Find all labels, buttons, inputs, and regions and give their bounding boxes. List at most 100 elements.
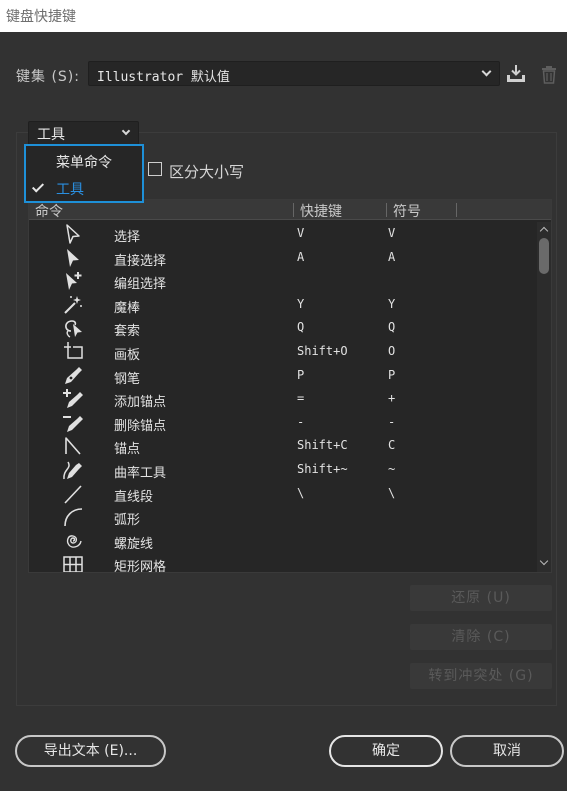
case-sensitive-label: 区分大小写 bbox=[169, 163, 245, 181]
keyset-value: Illustrator 默认值 bbox=[97, 70, 230, 85]
command-name: 删除锚点 bbox=[114, 418, 167, 434]
shortcut-value: = bbox=[297, 391, 305, 406]
command-name: 锚点 bbox=[114, 442, 141, 458]
curvature-tool-icon bbox=[62, 459, 84, 481]
shortcut-value: Shift+O bbox=[297, 344, 348, 358]
rectangular-grid-tool-icon bbox=[62, 553, 84, 572]
command-name: 弧形 bbox=[114, 513, 141, 529]
scroll-thumb[interactable] bbox=[539, 238, 549, 274]
command-name: 画板 bbox=[114, 348, 141, 363]
table-row[interactable]: 弧形 bbox=[29, 505, 537, 529]
shortcut-value: V bbox=[297, 226, 305, 240]
command-name: 矩形网格 bbox=[114, 560, 167, 572]
scroll-down-icon[interactable] bbox=[539, 556, 549, 566]
keyset-label: 键集 (S): bbox=[16, 69, 80, 85]
shortcut-value: Q bbox=[297, 320, 305, 335]
command-name: 添加锚点 bbox=[114, 395, 167, 411]
shortcut-value: Shift+~ bbox=[297, 462, 348, 476]
column-divider bbox=[456, 203, 457, 217]
symbol-value: Y bbox=[388, 296, 396, 311]
ok-button[interactable]: 确定 bbox=[329, 735, 443, 767]
symbol-value: \ bbox=[388, 485, 396, 500]
command-name: 魔棒 bbox=[114, 300, 141, 316]
artboard-tool-icon bbox=[62, 341, 84, 363]
column-divider bbox=[293, 203, 294, 217]
table-row[interactable]: 编组选择 bbox=[29, 269, 537, 293]
chevron-down-icon bbox=[481, 66, 492, 77]
selection-tool-icon bbox=[62, 223, 84, 245]
column-header-symbol[interactable]: 符号 bbox=[393, 201, 421, 221]
table-row[interactable]: 曲率工具 Shift+~ ~ bbox=[29, 458, 537, 482]
command-name: 钢笔 bbox=[114, 371, 141, 387]
shortcut-value: P bbox=[297, 367, 305, 382]
shortcut-value: A bbox=[297, 249, 305, 264]
group-selection-tool-icon bbox=[62, 270, 84, 292]
pen-tool-icon bbox=[62, 365, 84, 387]
symbol-value: ~ bbox=[388, 462, 396, 476]
table-row[interactable]: 锚点 Shift+C C bbox=[29, 434, 537, 458]
command-name: 编组选择 bbox=[114, 277, 167, 293]
dropdown-item-menu-commands[interactable]: 菜单命令 bbox=[26, 148, 142, 174]
symbol-value: O bbox=[388, 344, 396, 358]
save-keyset-icon[interactable] bbox=[505, 63, 527, 85]
table-row[interactable]: 套索 Q Q bbox=[29, 316, 537, 340]
toolset-value: 工具 bbox=[37, 127, 65, 143]
table-body: 选择 V V 直接选择 A A 编组选择 魔棒 Y Y 套索 Q Q 画板 Sh… bbox=[29, 222, 537, 572]
checkmark-icon bbox=[31, 180, 45, 193]
magic-wand-tool-icon bbox=[62, 294, 84, 316]
symbol-value: P bbox=[388, 367, 396, 382]
add-anchor-point-tool-icon bbox=[62, 388, 84, 410]
table-row[interactable]: 魔棒 Y Y bbox=[29, 293, 537, 317]
arc-tool-icon bbox=[62, 506, 84, 528]
symbol-value: + bbox=[388, 391, 396, 406]
title-bar: 键盘快捷键 bbox=[0, 0, 567, 32]
table-header: 命令 快捷键 符号 bbox=[29, 200, 551, 220]
dropdown-item-label: 工具 bbox=[56, 182, 84, 198]
command-name: 直线段 bbox=[114, 489, 154, 505]
toolset-select[interactable]: 工具 bbox=[28, 121, 139, 145]
delete-anchor-point-tool-icon bbox=[62, 412, 84, 434]
symbol-value: V bbox=[388, 226, 396, 240]
command-name: 选择 bbox=[114, 230, 141, 245]
column-divider bbox=[386, 203, 387, 217]
command-name: 直接选择 bbox=[114, 253, 167, 269]
command-name: 曲率工具 bbox=[114, 466, 167, 481]
command-name: 套索 bbox=[114, 324, 141, 340]
table-row[interactable]: 添加锚点 = + bbox=[29, 387, 537, 411]
symbol-value: C bbox=[388, 438, 396, 453]
shortcut-value: \ bbox=[297, 485, 305, 500]
export-text-button[interactable]: 导出文本 (E)... bbox=[15, 735, 166, 767]
window-title: 键盘快捷键 bbox=[6, 9, 76, 25]
table-row[interactable]: 删除锚点 - - bbox=[29, 411, 537, 435]
symbol-value: A bbox=[388, 249, 396, 264]
shortcut-value: - bbox=[297, 414, 305, 429]
table-row[interactable]: 直线段 \ \ bbox=[29, 482, 537, 506]
column-header-shortcut[interactable]: 快捷键 bbox=[300, 201, 342, 221]
symbol-value: - bbox=[388, 414, 396, 429]
clear-button[interactable]: 清除 (C) bbox=[410, 624, 552, 650]
shortcut-value: Y bbox=[297, 296, 305, 311]
lasso-tool-icon bbox=[62, 317, 84, 339]
table-row[interactable]: 螺旋线 bbox=[29, 529, 537, 553]
goto-conflict-button[interactable]: 转到冲突处 (G) bbox=[410, 663, 552, 689]
shortcut-value: Shift+C bbox=[297, 438, 348, 453]
case-sensitive-checkbox[interactable] bbox=[148, 162, 162, 176]
scroll-up-icon[interactable] bbox=[539, 226, 549, 236]
table-row[interactable]: 矩形网格 bbox=[29, 552, 537, 572]
shortcut-table: 命令 快捷键 符号 选择 V V 直接选择 A A 编组选择 魔棒 Y Y 套索… bbox=[28, 199, 552, 573]
table-row[interactable]: 直接选择 A A bbox=[29, 246, 537, 270]
anchor-point-tool-icon bbox=[62, 435, 84, 457]
table-row[interactable]: 钢笔 P P bbox=[29, 364, 537, 388]
direct-selection-tool-icon bbox=[62, 247, 84, 269]
dropdown-item-tools[interactable]: 工具 bbox=[26, 175, 142, 201]
cancel-button[interactable]: 取消 bbox=[450, 735, 564, 767]
delete-keyset-icon[interactable] bbox=[538, 64, 560, 86]
column-header-command[interactable]: 命令 bbox=[35, 201, 63, 221]
undo-button[interactable]: 还原 (U) bbox=[410, 585, 552, 611]
table-scrollbar[interactable] bbox=[537, 222, 551, 572]
table-row[interactable]: 画板 Shift+O O bbox=[29, 340, 537, 364]
keyset-select[interactable]: Illustrator 默认值 bbox=[88, 61, 500, 86]
table-row[interactable]: 选择 V V bbox=[29, 222, 537, 246]
chevron-down-icon bbox=[121, 126, 131, 136]
spiral-tool-icon bbox=[62, 530, 84, 552]
